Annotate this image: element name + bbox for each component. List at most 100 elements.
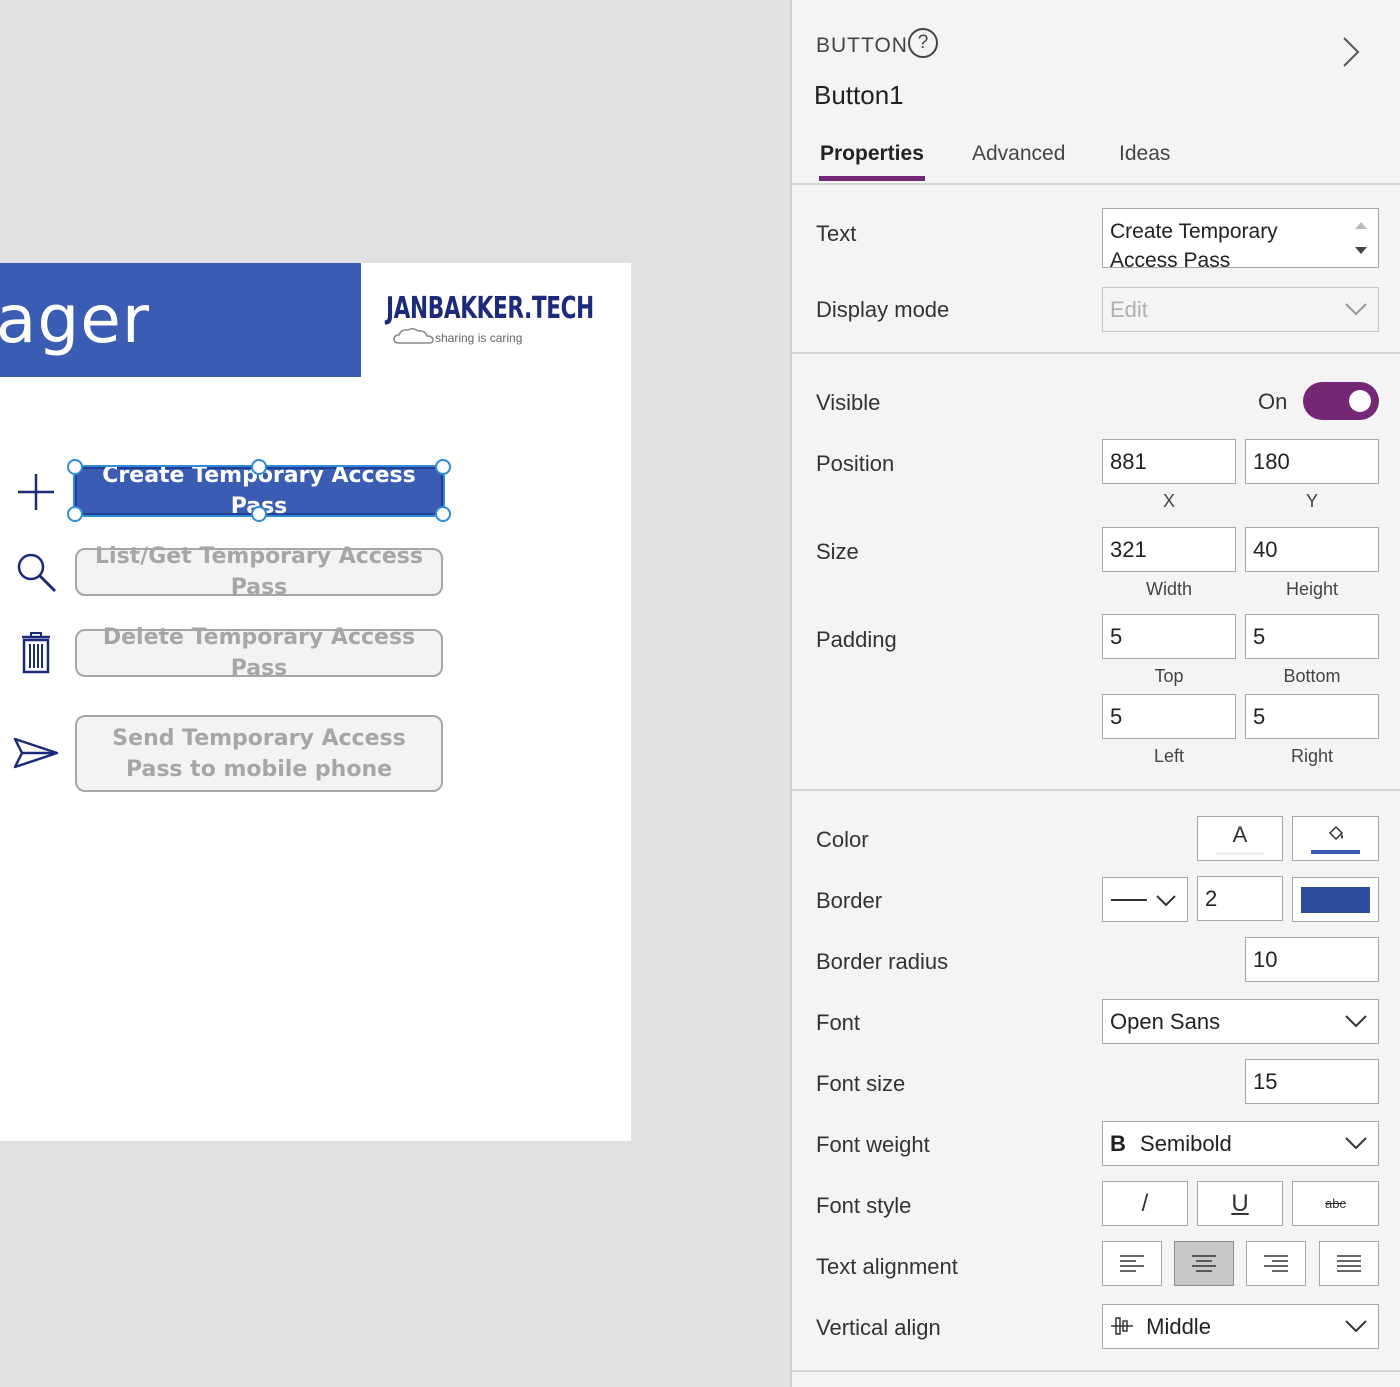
padding-bottom-input[interactable]: 5 (1245, 614, 1379, 659)
height-label: Height (1285, 579, 1339, 599)
align-justify-icon (1337, 1254, 1361, 1272)
send-tap-button[interactable]: Send Temporary Access Pass to mobile pho… (75, 715, 443, 792)
bottom-label: Bottom (1283, 666, 1341, 686)
right-label: Right (1290, 746, 1334, 766)
text-color-button[interactable]: A (1197, 816, 1283, 861)
visible-label: Visible (816, 390, 881, 415)
search-icon (17, 553, 57, 593)
delete-tap-button[interactable]: Delete Temporary Access Pass (75, 625, 443, 681)
resize-handle[interactable] (251, 459, 267, 475)
visible-state: On (1258, 389, 1288, 414)
font-weight-label: Font weight (816, 1132, 930, 1157)
janbakker-logo: JANBAKKER.TECH sharing is caring (383, 287, 613, 357)
font-label: Font (816, 1010, 861, 1035)
italic-icon: / (1141, 1189, 1149, 1217)
text-alignment-label: Text alignment (816, 1254, 958, 1279)
border-label: Border (816, 888, 883, 913)
bold-icon: B (1110, 1131, 1126, 1156)
align-right-button[interactable] (1246, 1241, 1306, 1286)
padding-top-input[interactable]: 5 (1102, 614, 1236, 659)
display-mode-label: Display mode (816, 297, 950, 322)
border-color-button[interactable] (1292, 877, 1379, 922)
y-label: Y (1305, 491, 1318, 511)
properties-panel: BUTTON ? Button1 Properties Advanced Ide… (790, 0, 1400, 1387)
align-left-icon (1120, 1254, 1144, 1272)
fill-color-button[interactable] (1292, 816, 1379, 861)
font-size-input[interactable]: 15 (1245, 1059, 1379, 1104)
position-x-input[interactable]: 881 (1102, 439, 1236, 484)
cloud-icon (393, 327, 434, 344)
underline-button[interactable]: U (1197, 1181, 1283, 1226)
divider (792, 352, 1400, 354)
help-icon[interactable]: ? (908, 28, 938, 58)
logo-tagline: sharing is caring (435, 331, 523, 345)
divider (792, 1370, 1400, 1372)
italic-button[interactable]: / (1102, 1181, 1188, 1226)
font-weight-value: Semibold (1140, 1131, 1232, 1156)
x-label: X (1162, 491, 1175, 511)
top-label: Top (1154, 666, 1184, 686)
border-color-swatch (1301, 886, 1370, 913)
border-width-input[interactable]: 2 (1197, 876, 1283, 921)
vertical-align-dropdown[interactable]: Middle (1102, 1304, 1379, 1349)
tab-ideas[interactable]: Ideas (1119, 142, 1170, 166)
underline-icon: U (1231, 1189, 1249, 1217)
resize-handle[interactable] (67, 506, 83, 522)
border-radius-input[interactable]: 10 (1245, 937, 1379, 982)
align-left-button[interactable] (1102, 1241, 1162, 1286)
header-title: ager (0, 281, 150, 358)
tab-properties[interactable]: Properties (819, 142, 925, 181)
resize-handle[interactable] (435, 459, 451, 475)
logo-text: JANBAKKER.TECH (386, 291, 594, 326)
width-label: Width (1145, 579, 1192, 599)
list-tap-button[interactable]: List/Get Temporary Access Pass (75, 544, 443, 600)
text-color-glyph: A (1232, 821, 1248, 847)
height-input[interactable]: 40 (1245, 527, 1379, 572)
chevron-right-icon[interactable] (1340, 34, 1364, 70)
color-label: Color (816, 827, 869, 852)
send-icon (13, 737, 59, 769)
strikethrough-button[interactable]: abc (1292, 1181, 1379, 1226)
text-color-swatch (1216, 852, 1264, 855)
visible-toggle[interactable] (1303, 382, 1379, 420)
divider (792, 789, 1400, 791)
font-weight-dropdown[interactable]: B Semibold (1102, 1121, 1379, 1166)
align-justify-button[interactable] (1319, 1241, 1379, 1286)
align-right-icon (1264, 1254, 1288, 1272)
align-center-icon (1192, 1254, 1216, 1272)
vertical-middle-icon (1111, 1317, 1133, 1335)
chevron-down-icon (1156, 894, 1176, 906)
vertical-align-label: Vertical align (816, 1315, 941, 1340)
header-bar: ager (0, 263, 361, 377)
text-label: Text (816, 221, 857, 246)
text-input[interactable]: Create Temporary Access Pass (1102, 208, 1379, 268)
line-style-icon (1111, 898, 1147, 901)
font-dropdown[interactable]: Open Sans (1102, 999, 1379, 1044)
border-radius-label: Border radius (816, 949, 949, 974)
size-label: Size (816, 539, 859, 564)
position-y-input[interactable]: 180 (1245, 439, 1379, 484)
tab-advanced[interactable]: Advanced (972, 142, 1065, 166)
display-mode-dropdown[interactable]: Edit (1102, 287, 1379, 332)
paint-bucket-icon (1328, 825, 1343, 840)
font-size-label: Font size (816, 1071, 906, 1096)
resize-handle[interactable] (251, 506, 267, 522)
width-input[interactable]: 321 (1102, 527, 1236, 572)
padding-left-input[interactable]: 5 (1102, 694, 1236, 739)
vertical-align-value: Middle (1146, 1314, 1211, 1339)
border-style-dropdown[interactable] (1102, 877, 1188, 922)
control-name[interactable]: Button1 (814, 80, 904, 111)
resize-handle[interactable] (435, 506, 451, 522)
control-type: BUTTON (816, 34, 908, 57)
align-center-button[interactable] (1174, 1241, 1234, 1286)
spinner-icon[interactable] (1352, 217, 1370, 261)
fill-color-swatch (1311, 850, 1360, 854)
trash-icon (22, 632, 50, 674)
position-label: Position (816, 451, 895, 476)
resize-handle[interactable] (67, 459, 83, 475)
canvas-area: ager JANBAKKER.TECH sharing is caring Cr… (0, 0, 790, 1387)
padding-right-input[interactable]: 5 (1245, 694, 1379, 739)
plus-icon (18, 474, 54, 510)
display-mode-value: Edit (1110, 297, 1148, 322)
strikethrough-icon: abc (1325, 1196, 1346, 1211)
